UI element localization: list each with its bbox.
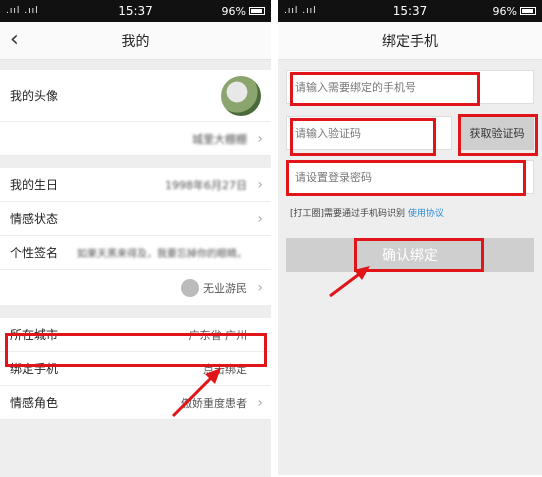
birthday-value: 1998年6月27日 [165, 178, 247, 192]
role-value: 傲娇重度患者 [181, 396, 247, 410]
status-bar: .ııl .ııl 15:37 96% [0, 0, 271, 22]
row-identity[interactable]: 无业游民 › [0, 270, 271, 306]
chevron-right-icon: › [257, 394, 263, 411]
row-relationship[interactable]: 情感状态 › [0, 202, 271, 236]
get-code-button[interactable]: 获取验证码 [460, 116, 534, 150]
divider [0, 60, 271, 70]
blank-area [0, 420, 271, 477]
code-input[interactable]: 请输入验证码 [286, 116, 452, 150]
row-birthday[interactable]: 我的生日 1998年6月27日 › [0, 168, 271, 202]
bind-phone-label: 绑定手机 [10, 362, 59, 376]
signature-label: 个性签名 [10, 246, 59, 260]
row-role[interactable]: 情感角色 傲娇重度患者 › [0, 386, 271, 420]
phone-input[interactable]: 请输入需要绑定的手机号 [286, 70, 534, 104]
back-icon[interactable]: ‹ [10, 29, 19, 51]
bind-form: 请输入需要绑定的手机号 请输入验证码 获取验证码 请设置登录密码 [打工圈]需要… [278, 60, 542, 475]
password-input[interactable]: 请设置登录密码 [286, 160, 534, 194]
city-value: 广东省 广州 [188, 328, 248, 342]
battery-percent: 96% [221, 4, 246, 18]
signature-value: 如果天黑来得及，我要忘掉你的眼睛。 [77, 249, 247, 260]
bind-header: 绑定手机 [278, 22, 542, 60]
identity-value-wrap: 无业游民 [181, 278, 261, 297]
divider [0, 156, 271, 168]
identity-value: 无业游民 [203, 281, 247, 295]
status-time: 15:37 [392, 4, 428, 18]
row-bind-phone[interactable]: 绑定手机 点击绑定 [0, 352, 271, 386]
row-nickname[interactable]: 城里大棚棚 › [0, 122, 271, 156]
birthday-label: 我的生日 [10, 178, 59, 192]
chevron-right-icon: › [257, 176, 263, 193]
divider [0, 306, 271, 318]
battery-percent: 96% [492, 4, 517, 18]
agreement: [打工圈]需要通过手机码识别 使用协议 [290, 206, 444, 219]
agreement-text: [打工圈]需要通过手机码识别 [290, 209, 406, 219]
agreement-link[interactable]: 使用协议 [408, 209, 444, 219]
bind-phone-value: 点击绑定 [203, 362, 247, 376]
row-signature[interactable]: 个性签名 如果天黑来得及，我要忘掉你的眼睛。 [0, 236, 271, 270]
avatar-label: 我的头像 [10, 89, 59, 103]
signal-icon: .ııl .ııl [6, 6, 39, 16]
page-title: 我的 [121, 33, 150, 50]
status-time: 15:37 [118, 4, 153, 18]
row-city[interactable]: 所在城市 广东省 广州 [0, 318, 271, 352]
battery-icon [520, 7, 536, 15]
nickname-value: 城里大棚棚 [192, 132, 247, 146]
chevron-right-icon: › [257, 279, 263, 296]
identity-icon [181, 278, 199, 297]
bind-phone-screen: .ııl .ııl 15:37 96% 绑定手机 请输入需要绑定的手机号 请输入… [278, 0, 542, 477]
battery-icon [248, 7, 265, 15]
avatar[interactable] [221, 75, 261, 116]
relationship-label: 情感状态 [10, 212, 59, 226]
confirm-bind-button[interactable]: 确认绑定 [286, 238, 534, 272]
chevron-right-icon: › [257, 130, 263, 147]
profile-screen: .ııl .ııl 15:37 96% ‹ 我的 我的头像 城里大棚棚 › 我的… [0, 0, 271, 477]
signal-icon: .ııl .ııl [284, 6, 317, 16]
row-avatar[interactable]: 我的头像 [0, 70, 271, 122]
page-title: 绑定手机 [382, 33, 438, 50]
status-bar: .ııl .ııl 15:37 96% [278, 0, 542, 22]
profile-header: ‹ 我的 [0, 22, 271, 60]
chevron-right-icon: › [257, 210, 263, 227]
city-label: 所在城市 [10, 328, 59, 342]
role-label: 情感角色 [10, 396, 59, 410]
